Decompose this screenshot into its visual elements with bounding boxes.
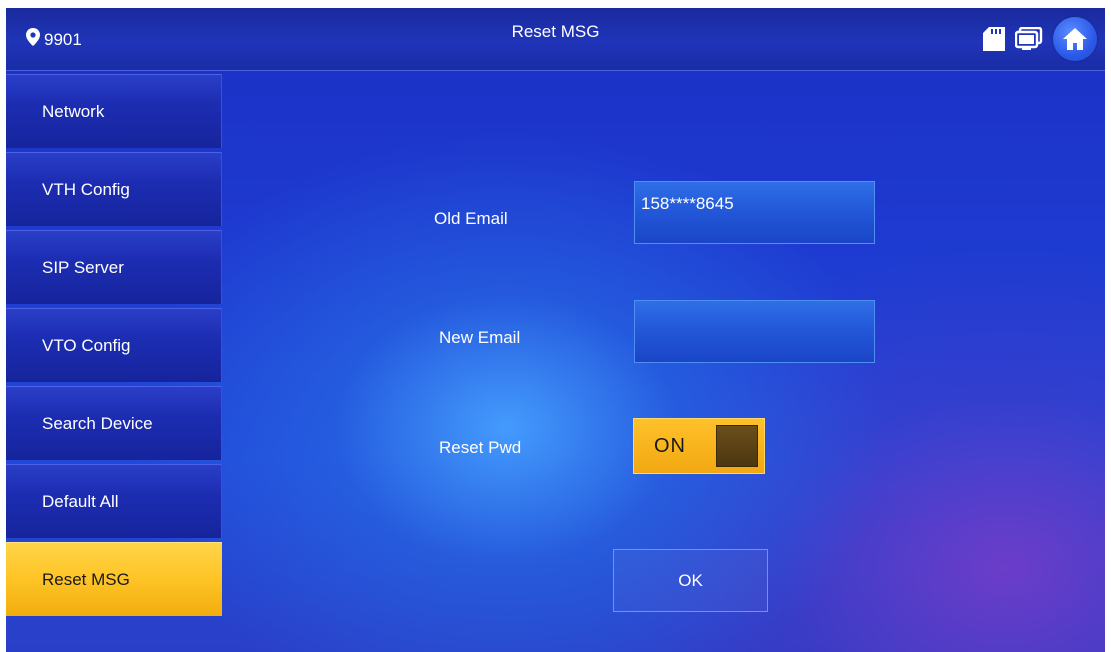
- ok-button-label: OK: [678, 570, 703, 590]
- sidebar-item-sip-server[interactable]: SIP Server: [6, 230, 222, 304]
- page-title: Reset MSG: [511, 22, 600, 41]
- sidebar-item-label: Search Device: [42, 413, 153, 433]
- old-email-field[interactable]: 158****8645: [634, 181, 875, 244]
- reset-pwd-label: Reset Pwd: [439, 438, 522, 457]
- new-email-label: New Email: [439, 328, 521, 347]
- monitor-icon: [1015, 27, 1043, 51]
- sidebar-item-label: Default All: [42, 491, 119, 511]
- sidebar: Network VTH Config SIP Server VTO Config…: [6, 74, 222, 620]
- old-email-label: Old Email: [434, 209, 508, 228]
- sidebar-item-label: SIP Server: [42, 257, 124, 277]
- sidebar-item-label: Reset MSG: [42, 569, 130, 589]
- sidebar-item-label: Network: [42, 101, 105, 121]
- home-icon[interactable]: [1053, 17, 1097, 61]
- reset-pwd-toggle[interactable]: ON: [633, 418, 765, 474]
- toggle-state-label: ON: [654, 434, 686, 457]
- sidebar-item-label: VTO Config: [42, 335, 131, 355]
- title-bar: 9901 Reset MSG: [6, 8, 1105, 71]
- toggle-knob: [716, 425, 758, 467]
- reset-msg-screen: 9901 Reset MSG Network VTH Config SIP Se…: [6, 8, 1105, 652]
- new-email-field[interactable]: [634, 300, 875, 363]
- sidebar-item-vto-config[interactable]: VTO Config: [6, 308, 222, 382]
- status-icons: [973, 17, 1097, 61]
- sidebar-item-network[interactable]: Network: [6, 74, 222, 148]
- sidebar-item-label: VTH Config: [42, 179, 130, 199]
- old-email-value: 158****8645: [641, 194, 734, 213]
- sidebar-item-vth-config[interactable]: VTH Config: [6, 152, 222, 226]
- sd-card-icon: [983, 27, 1005, 51]
- sidebar-item-search-device[interactable]: Search Device: [6, 386, 222, 460]
- ok-button[interactable]: OK: [613, 549, 768, 612]
- sidebar-item-reset-msg[interactable]: Reset MSG: [6, 542, 222, 616]
- sidebar-item-default-all[interactable]: Default All: [6, 464, 222, 538]
